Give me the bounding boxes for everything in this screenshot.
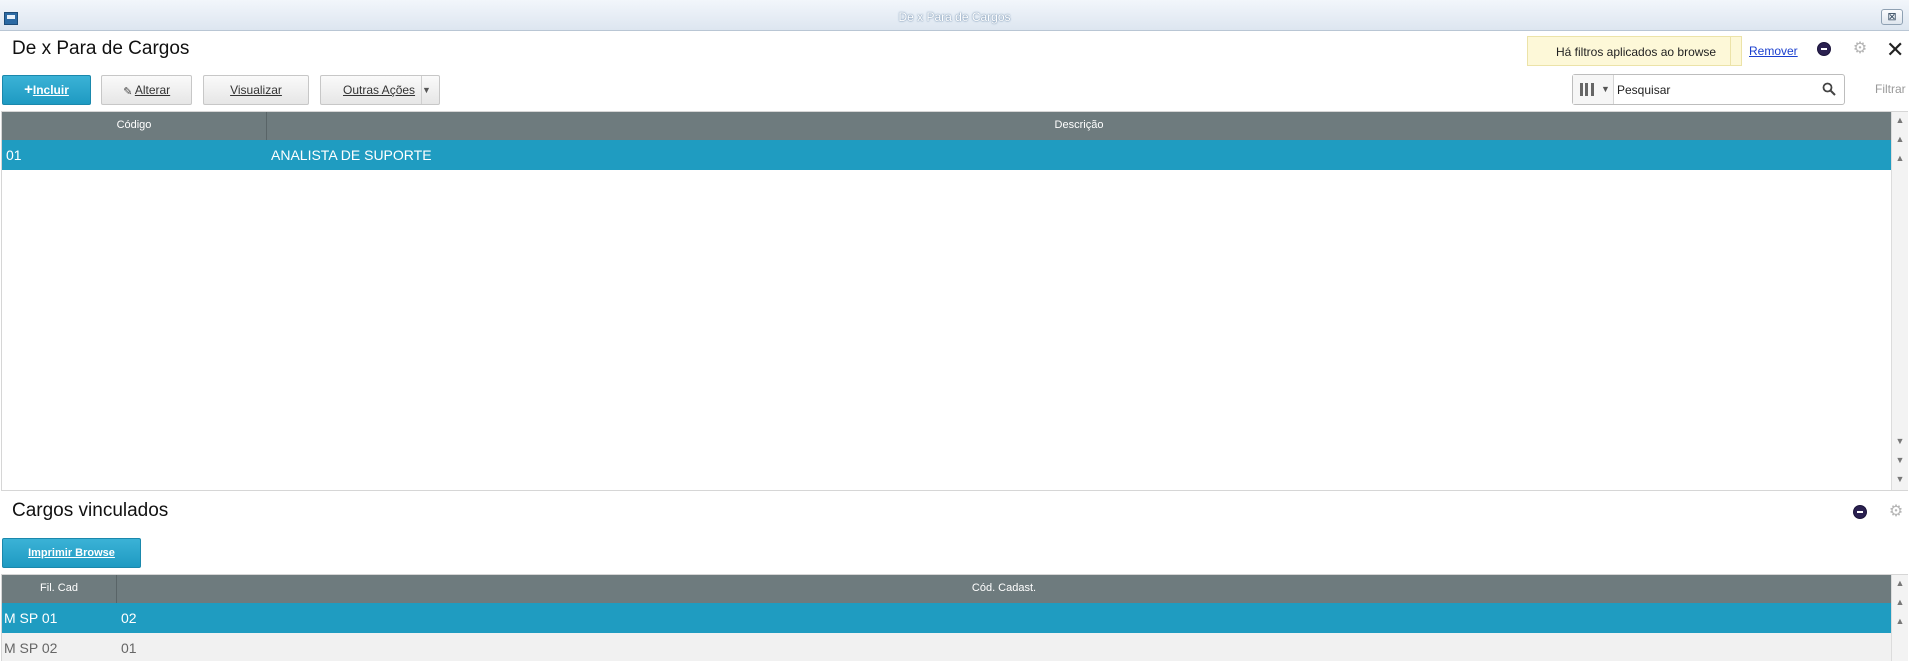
columns-selector[interactable]: ▼ (1573, 75, 1614, 104)
more-actions-button[interactable]: Outras Ações ▼ (320, 75, 440, 105)
search-input[interactable] (1617, 80, 1817, 99)
print-browse-button[interactable]: Imprimir Browse (2, 538, 141, 568)
scroll-bottom-icon[interactable]: ▼ (1895, 474, 1905, 484)
close-icon[interactable]: ✕ (1886, 39, 1904, 61)
columns-icon (1580, 83, 1594, 96)
app-window: De x Para de Cargos ⊠ De x Para de Cargo… (0, 0, 1909, 661)
remove-filters-link[interactable]: Remover (1749, 44, 1798, 58)
scroll-top-icon[interactable]: ▲ (1895, 578, 1905, 588)
cell-cod-cadast: 01 (121, 640, 137, 656)
column-header-fil-cad[interactable]: Fil. Cad (2, 575, 117, 603)
scroll-up-icon[interactable]: ▲ (1895, 153, 1905, 163)
print-browse-label: Imprimir Browse (28, 547, 115, 559)
scroll-page-up-icon[interactable]: ▲ (1895, 597, 1905, 607)
view-button[interactable]: Visualizar (203, 75, 309, 105)
search-icon[interactable] (1822, 82, 1836, 96)
window-title: De x Para de Cargos (898, 10, 1011, 24)
view-button-label: Visualizar (230, 83, 282, 97)
plus-icon: + (24, 81, 33, 98)
section-title: Cargos vinculados (12, 500, 169, 521)
scroll-page-up-icon[interactable]: ▲ (1895, 134, 1905, 144)
legend-icon[interactable] (1817, 42, 1831, 56)
window-close-icon[interactable]: ⊠ (1881, 9, 1903, 25)
cell-fil-cad: M SP 02 (4, 640, 58, 656)
gear-icon[interactable]: ⚙ (1852, 41, 1868, 57)
filter-notice-divider (1730, 37, 1731, 65)
legend-icon[interactable] (1853, 505, 1867, 519)
linked-grid-header: Fil. Cad Cód. Cadast. (2, 575, 1891, 603)
filter-notice-text: Há filtros aplicados ao browse (1556, 45, 1717, 59)
chevron-down-icon: ▼ (1601, 84, 1610, 94)
scroll-top-icon[interactable]: ▲ (1895, 115, 1905, 125)
filter-link[interactable]: Filtrar (1875, 82, 1906, 96)
linked-grid-scrollbar[interactable]: ▲ ▲ ▲ (1891, 575, 1908, 661)
page-title: De x Para de Cargos (12, 38, 190, 59)
edit-button-label: Alterar (134, 83, 171, 97)
edit-button[interactable]: ✎ Alterar (101, 75, 192, 105)
gear-icon[interactable]: ⚙ (1888, 504, 1904, 520)
main-grid: Código Descrição 01 ANALISTA DE SUPORTE … (1, 111, 1908, 491)
search-box: ▼ (1572, 74, 1845, 105)
cell-cod-cadast: 02 (121, 610, 137, 626)
pencil-icon: ✎ (123, 86, 133, 98)
table-row[interactable]: M SP 02 01 (2, 633, 1891, 661)
filter-notice: Há filtros aplicados ao browse (1527, 36, 1742, 66)
cell-codigo: 01 (6, 147, 22, 163)
main-grid-header: Código Descrição (2, 112, 1891, 140)
column-header-descricao[interactable]: Descrição (267, 112, 1891, 140)
more-actions-label: Outras Ações (343, 83, 416, 97)
column-header-codigo[interactable]: Código (2, 112, 267, 140)
cell-descricao: ANALISTA DE SUPORTE (271, 147, 432, 163)
scroll-page-down-icon[interactable]: ▼ (1895, 455, 1905, 465)
cell-fil-cad: M SP 01 (4, 610, 58, 626)
add-button-label: Incluir (32, 83, 69, 97)
table-row[interactable]: M SP 01 02 (2, 603, 1891, 633)
add-button[interactable]: +Incluir (2, 75, 91, 105)
scroll-up-icon[interactable]: ▲ (1895, 616, 1905, 626)
table-row[interactable]: 01 ANALISTA DE SUPORTE (2, 140, 1891, 170)
scroll-down-icon[interactable]: ▼ (1895, 436, 1905, 446)
main-grid-scrollbar[interactable]: ▲ ▲ ▲ ▼ ▼ ▼ (1891, 112, 1908, 490)
window-titlebar: De x Para de Cargos ⊠ (0, 0, 1909, 31)
linked-grid: Fil. Cad Cód. Cadast. M SP 01 02 M SP 02… (1, 574, 1908, 661)
chevron-down-icon[interactable]: ▼ (421, 76, 439, 104)
column-header-cod-cadast[interactable]: Cód. Cadast. (117, 575, 1891, 603)
